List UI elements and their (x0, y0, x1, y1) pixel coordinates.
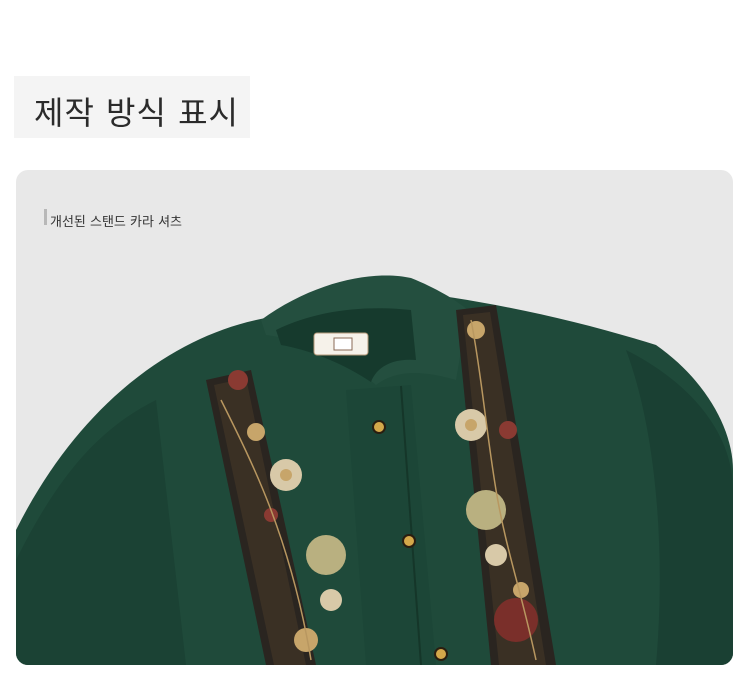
page-title: 제작 방식 표시 (34, 94, 239, 132)
product-image-card: 개선된 스탠드 카라 셔츠 (16, 170, 733, 665)
caption-marker (44, 209, 47, 225)
product-caption: 개선된 스탠드 카라 셔츠 (50, 215, 182, 230)
shirt-photo (16, 275, 733, 665)
